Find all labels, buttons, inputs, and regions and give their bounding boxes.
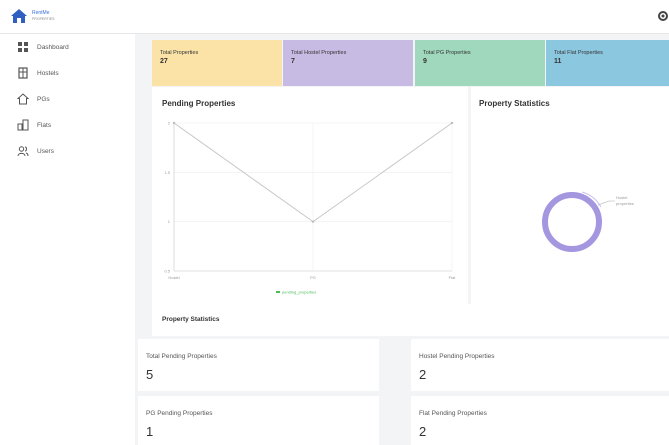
- stat-label: Flat Pending Properties: [419, 410, 487, 417]
- card-label: Total Hostel Properties: [291, 50, 347, 56]
- brand-tagline: PROPERTIES: [32, 17, 55, 21]
- y-tick-label: 1: [168, 219, 171, 224]
- summary-card-pg[interactable]: Total PG Properties 9: [415, 40, 545, 86]
- card-value: 11: [554, 58, 562, 65]
- x-tick-label: PG: [310, 275, 316, 280]
- main-content: Total Properties 27 Total Hostel Propert…: [135, 34, 669, 445]
- sidebar-item-label: Dashboard: [37, 43, 69, 51]
- legend-swatch: [276, 291, 280, 293]
- data-point: [311, 220, 315, 223]
- dashboard-icon: [18, 42, 28, 52]
- donut-callout-line: [597, 200, 615, 206]
- panel-title: Property Statistics: [479, 99, 550, 108]
- data-point: [172, 121, 176, 125]
- sidebar-item-label: PGs: [37, 95, 50, 103]
- legend-label: pending_properties: [282, 290, 316, 295]
- card-value: 7: [291, 58, 295, 65]
- card-label: Total Flat Properties: [554, 50, 603, 56]
- stat-label: Hostel Pending Properties: [419, 353, 495, 360]
- stat-value: 1: [146, 424, 154, 439]
- sidebar-item-hostels[interactable]: Hostels: [17, 66, 59, 80]
- y-tick-label: 1.5: [164, 170, 170, 175]
- sidebar-item-pgs[interactable]: PGs: [17, 92, 50, 106]
- y-tick-label: 2: [168, 121, 171, 126]
- sidebar-item-label: Hostels: [37, 69, 59, 77]
- stat-box-pg-pending: PG Pending Properties 1: [138, 396, 379, 445]
- sidebar-item-label: Flats: [37, 121, 52, 129]
- card-value: 9: [423, 58, 427, 65]
- stat-value: 2: [419, 424, 427, 439]
- panel-title: Pending Properties: [162, 99, 236, 108]
- sidebar-item-flats[interactable]: Flats: [17, 118, 51, 132]
- pending-line-chart: 2 1.5 1 0.5Hostel PG Flat pending_properties: [164, 121, 457, 295]
- y-tick-label: 0.5: [164, 269, 170, 274]
- card-label: Total PG Properties: [423, 50, 471, 56]
- users-icon: [17, 146, 29, 157]
- brand-logo[interactable]: RentMe PROPERTIES: [10, 8, 55, 24]
- stat-value: 5: [146, 367, 154, 382]
- stat-label: PG Pending Properties: [146, 410, 213, 417]
- donut-chart: Hostel properties Hostel: [542, 191, 634, 252]
- stat-label: Total Pending Properties: [146, 353, 217, 360]
- donut-center-label: Hostel: [566, 220, 577, 225]
- data-point: [450, 121, 454, 125]
- stat-box-flat-pending: Flat Pending Properties 2: [411, 396, 669, 445]
- sidebar: Dashboard Hostels PGs Flats Users: [0, 34, 135, 445]
- stat-box-total-pending: Total Pending Properties 5: [138, 339, 379, 391]
- summary-card-hostel[interactable]: Total Hostel Properties 7: [283, 40, 413, 86]
- hostel-icon: [18, 67, 28, 79]
- x-tick-label: Flat: [449, 275, 457, 280]
- house-logo-icon: [11, 9, 27, 23]
- card-label: Total Properties: [160, 50, 199, 56]
- donut-callout-sublabel: properties: [616, 201, 634, 206]
- property-stats-panel: Property Statistics Hostel properties Ho…: [471, 87, 669, 323]
- summary-card-total[interactable]: Total Properties 27: [152, 40, 282, 86]
- flats-icon: [17, 119, 29, 131]
- stat-box-hostel-pending: Hostel Pending Properties 2: [411, 339, 669, 391]
- donut-callout-label: Hostel: [616, 195, 627, 200]
- settings-icon[interactable]: [657, 10, 669, 22]
- stat-value: 2: [419, 367, 427, 382]
- sidebar-item-label: Users: [37, 147, 54, 155]
- x-tick-label: Hostel: [168, 275, 179, 280]
- pg-icon: [17, 93, 29, 105]
- pending-chart-panel: Pending Properties 2 1.5 1 0.5 Hostel PG Flat p…: [152, 87, 468, 323]
- stats-section-header: Property Statistics: [152, 304, 669, 336]
- card-value: 27: [160, 58, 168, 65]
- sidebar-item-users[interactable]: Users: [17, 144, 54, 158]
- top-bar: RentMe PROPERTIES: [0, 0, 669, 34]
- section-title: Property Statistics: [162, 316, 220, 323]
- summary-card-flat[interactable]: Total Flat Properties 11: [546, 40, 669, 86]
- sidebar-item-dashboard[interactable]: Dashboard: [17, 40, 69, 54]
